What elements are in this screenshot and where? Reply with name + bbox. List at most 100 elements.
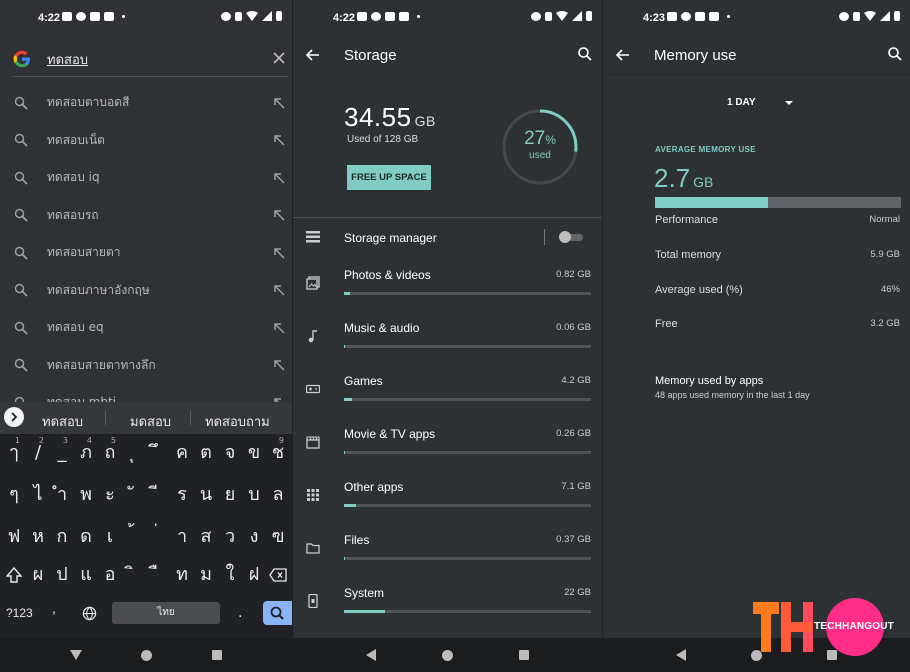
storage-category-row[interactable]: System 22 GB bbox=[293, 580, 602, 633]
search-input[interactable] bbox=[47, 48, 267, 70]
suggestion-item[interactable]: ทดสอบ eq bbox=[0, 309, 292, 346]
keyboard-key[interactable]: ย bbox=[218, 476, 242, 514]
back-nav-icon[interactable] bbox=[675, 649, 686, 661]
free-up-space-button[interactable]: FREE UP SPACE bbox=[347, 165, 431, 190]
suggestion-item[interactable]: ทดสอบสายตาทางลึก bbox=[0, 347, 292, 384]
recents-icon[interactable] bbox=[519, 650, 529, 660]
fill-query-arrow-icon[interactable] bbox=[273, 209, 285, 221]
keyboard-key[interactable]: ไ bbox=[26, 476, 50, 514]
expand-chevron-icon[interactable] bbox=[4, 407, 24, 427]
keyboard-key[interactable]: ล bbox=[266, 476, 290, 514]
keyboard-key[interactable]: ิ bbox=[122, 556, 146, 594]
keyboard-key[interactable]: แ bbox=[74, 556, 98, 594]
keyboard-key[interactable]: ท bbox=[170, 556, 194, 594]
globe-icon[interactable] bbox=[82, 606, 97, 621]
keyboard-key[interactable]: น bbox=[194, 476, 218, 514]
storage-category-row[interactable]: Music & audio 0.06 GB bbox=[293, 315, 602, 368]
keyboard-key[interactable]: ร bbox=[170, 476, 194, 514]
space-key[interactable]: ไทย bbox=[112, 602, 220, 624]
hide-keyboard-icon[interactable] bbox=[69, 650, 82, 660]
suggestion-item[interactable]: ทดสอบรถ bbox=[0, 197, 292, 234]
suggestion-item[interactable]: ทดสอบเน็ต bbox=[0, 122, 292, 159]
fill-query-arrow-icon[interactable] bbox=[273, 322, 285, 334]
back-arrow-icon[interactable] bbox=[615, 47, 631, 63]
period-dropdown[interactable]: 1 DAY bbox=[727, 97, 756, 108]
keyboard-key[interactable]: _ 3 bbox=[50, 434, 74, 472]
keyboard-key[interactable]: า bbox=[170, 518, 194, 556]
period-key[interactable]: . bbox=[238, 604, 242, 622]
shift-key-icon[interactable] bbox=[2, 556, 26, 594]
keyboard-key[interactable]: ส bbox=[194, 518, 218, 556]
fill-query-arrow-icon[interactable] bbox=[273, 97, 285, 109]
comma-key[interactable]: , bbox=[52, 600, 56, 616]
symbols-key[interactable]: ?123 bbox=[6, 606, 33, 620]
word-suggestion[interactable]: ทดสอบ bbox=[42, 411, 83, 432]
keyboard-key[interactable]: ๅ1 bbox=[2, 434, 26, 472]
fill-query-arrow-icon[interactable] bbox=[273, 134, 285, 146]
keyboard-key[interactable]: ช9 bbox=[266, 434, 290, 472]
keyboard-key[interactable]: ะ bbox=[98, 476, 122, 514]
keyboard-key[interactable]: จ bbox=[218, 434, 242, 472]
word-suggestion[interactable]: มดสอบ bbox=[130, 411, 171, 432]
storage-category-row[interactable]: Games 4.2 GB bbox=[293, 368, 602, 421]
keyboard-search-button[interactable] bbox=[263, 601, 292, 625]
keyboard-key[interactable]: ่ bbox=[146, 518, 170, 556]
keyboard-key[interactable]: ี bbox=[146, 476, 170, 514]
keyboard-key[interactable]: เ bbox=[98, 518, 122, 556]
word-suggestion[interactable]: ทดสอบถาม bbox=[205, 411, 270, 432]
keyboard-key[interactable]: ด bbox=[74, 518, 98, 556]
home-icon[interactable] bbox=[442, 649, 453, 661]
storage-category-row[interactable]: Other apps 7.1 GB bbox=[293, 474, 602, 527]
storage-manager-row[interactable]: Storage manager bbox=[293, 222, 602, 252]
keyboard-key[interactable]: ภ4 bbox=[74, 434, 98, 472]
search-icon[interactable] bbox=[887, 46, 903, 62]
keyboard-key[interactable]: ึ bbox=[146, 434, 170, 472]
fill-query-arrow-icon[interactable] bbox=[273, 284, 285, 296]
keyboard-key[interactable]: ้ bbox=[122, 518, 146, 556]
keyboard-key[interactable]: ม bbox=[194, 556, 218, 594]
fill-query-arrow-icon[interactable] bbox=[273, 172, 285, 184]
fill-query-arrow-icon[interactable] bbox=[273, 247, 285, 259]
keyboard-key[interactable]: ำ bbox=[50, 476, 74, 514]
keyboard-key[interactable]: ๆ bbox=[2, 476, 26, 514]
back-nav-icon[interactable] bbox=[366, 649, 376, 661]
keyboard-key[interactable]: ใ bbox=[218, 556, 242, 594]
keyboard-key[interactable]: ว bbox=[218, 518, 242, 556]
keyboard-key[interactable]: ข bbox=[242, 434, 266, 472]
storage-category-row[interactable]: Movie & TV apps 0.26 GB bbox=[293, 421, 602, 474]
keyboard-key[interactable]: ฟ bbox=[2, 518, 26, 556]
keyboard-key[interactable]: ื bbox=[146, 556, 170, 594]
keyboard-key[interactable]: ั bbox=[122, 476, 146, 514]
keyboard-key[interactable]: ง bbox=[242, 518, 266, 556]
suggestion-item[interactable]: ทดสอบตาบอดสี bbox=[0, 84, 292, 121]
backspace-key-icon[interactable] bbox=[266, 556, 290, 594]
recents-icon[interactable] bbox=[212, 650, 223, 660]
dropdown-caret-icon[interactable] bbox=[785, 101, 793, 105]
keyboard-key[interactable]: ผ bbox=[26, 556, 50, 594]
keyboard-key[interactable]: ค bbox=[170, 434, 194, 472]
fill-query-arrow-icon[interactable] bbox=[273, 359, 285, 371]
keyboard-key[interactable]: อ bbox=[98, 556, 122, 594]
keyboard-key[interactable]: พ bbox=[74, 476, 98, 514]
keyboard-key[interactable]: ฃ bbox=[266, 518, 290, 556]
back-arrow-icon[interactable] bbox=[305, 47, 321, 63]
keyboard-key[interactable]: ห bbox=[26, 518, 50, 556]
clear-search-icon[interactable] bbox=[271, 50, 287, 66]
home-icon[interactable] bbox=[141, 649, 153, 661]
memory-by-apps-title[interactable]: Memory used by apps bbox=[655, 375, 763, 387]
keyboard-key[interactable]: ป bbox=[50, 556, 74, 594]
keyboard-key[interactable]: บ bbox=[242, 476, 266, 514]
suggestion-item[interactable]: ทดสอบ iq bbox=[0, 159, 292, 196]
keyboard-key[interactable]: ุ bbox=[122, 434, 146, 472]
storage-category-row[interactable]: Files 0.37 GB bbox=[293, 527, 602, 580]
keyboard-key[interactable]: /2 bbox=[26, 434, 50, 472]
storage-category-row[interactable]: Photos & videos 0.82 GB bbox=[293, 262, 602, 315]
storage-manager-toggle[interactable] bbox=[559, 231, 583, 243]
keyboard-key[interactable]: ฝ bbox=[242, 556, 266, 594]
suggestion-item[interactable]: ทดสอบภาษาอังกฤษ bbox=[0, 272, 292, 309]
keyboard-key[interactable]: ต bbox=[194, 434, 218, 472]
keyboard-key[interactable]: ก bbox=[50, 518, 74, 556]
search-icon[interactable] bbox=[577, 46, 593, 62]
suggestion-item[interactable]: ทดสอบสายตา bbox=[0, 234, 292, 271]
keyboard-key[interactable]: ถ5 bbox=[98, 434, 122, 472]
